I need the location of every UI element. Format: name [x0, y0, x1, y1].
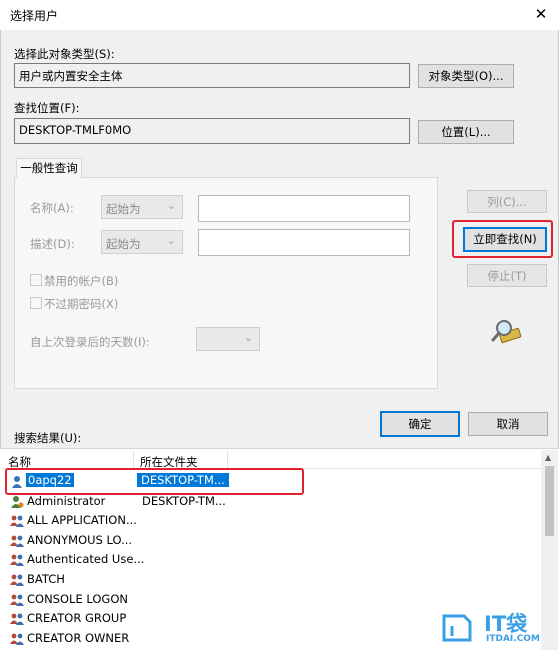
result-row[interactable]: ANONYMOUS LO... [2, 531, 542, 551]
result-highlight [5, 468, 304, 495]
group-icon [10, 514, 24, 528]
days-since-logon-label: 自上次登录后的天数(I): [30, 335, 150, 349]
scroll-up-icon[interactable]: ▲ [545, 453, 551, 462]
result-row[interactable]: Authenticated Use... [2, 550, 542, 570]
description-combo-value: 起始为 [106, 237, 141, 251]
result-name: CONSOLE LOGON [27, 591, 128, 606]
search-results-label: 搜索结果(U): [14, 431, 82, 445]
column-divider [227, 451, 228, 469]
name-input[interactable] [198, 195, 410, 222]
window-title: 选择用户 [10, 9, 59, 23]
brand-logo-icon [442, 614, 472, 642]
chevron-down-icon: ⌄ [166, 199, 176, 212]
close-icon[interactable]: ✕ [528, 2, 554, 26]
group-icon [10, 632, 24, 646]
object-type-field: 用户或内置安全主体 [14, 63, 410, 88]
location-field: DESKTOP-TMLF0MO [14, 118, 410, 144]
object-type-label: 选择此对象类型(S): [14, 47, 115, 61]
result-name: CREATOR GROUP [27, 611, 127, 626]
tab-common-queries[interactable]: 一般性查询 [16, 158, 82, 178]
group-icon [10, 553, 24, 567]
description-label: 描述(D): [30, 237, 75, 251]
result-row[interactable]: CONSOLE LOGON [2, 590, 542, 610]
column-divider [133, 451, 134, 469]
disabled-accounts-checkbox[interactable] [30, 274, 42, 286]
result-name: ALL APPLICATION... [27, 513, 137, 528]
disabled-accounts-label: 禁用的帐户(B) [44, 274, 119, 288]
brand-watermark: IT袋 ITDAI.COM [440, 608, 552, 646]
location-label: 查找位置(F): [14, 101, 80, 115]
result-name: Authenticated Use... [27, 552, 145, 567]
ok-button[interactable]: 确定 [380, 411, 460, 437]
description-condition-combo[interactable]: 起始为 ⌄ [101, 230, 183, 254]
group-icon [10, 534, 24, 548]
admin-user-icon [10, 495, 24, 509]
group-icon [10, 573, 24, 587]
name-condition-combo[interactable]: 起始为 ⌄ [101, 195, 183, 219]
days-since-logon-combo[interactable]: ⌄ [196, 327, 260, 351]
result-row[interactable]: BATCH [2, 570, 542, 590]
result-name: CREATOR OWNER [27, 630, 130, 645]
brand-url: ITDAI.COM [486, 634, 540, 644]
results-header [2, 450, 542, 469]
object-types-button[interactable]: 对象类型(O)... [418, 64, 514, 88]
result-name: BATCH [27, 572, 65, 586]
result-row[interactable]: ALL APPLICATION... [2, 511, 542, 531]
name-label: 名称(A): [30, 201, 74, 215]
description-input[interactable] [198, 229, 410, 256]
non-expiring-password-label: 不过期密码(X) [44, 297, 119, 311]
group-icon [10, 612, 24, 626]
find-now-button[interactable]: 立即查找(N) [463, 227, 547, 252]
group-icon [10, 593, 24, 607]
search-icon [491, 318, 523, 344]
non-expiring-password-checkbox[interactable] [30, 297, 42, 309]
result-name: Administrator [27, 493, 106, 508]
title-bar [0, 0, 559, 30]
name-combo-value: 起始为 [106, 202, 141, 216]
stop-button[interactable]: 停止(T) [467, 264, 547, 287]
columns-button[interactable]: 列(C)... [467, 190, 547, 213]
result-folder: DESKTOP-TM... [142, 493, 226, 508]
result-name: ANONYMOUS LO... [27, 532, 133, 547]
chevron-down-icon: ⌄ [166, 234, 176, 247]
cancel-button[interactable]: 取消 [468, 412, 548, 436]
chevron-down-icon: ⌄ [243, 331, 253, 344]
scrollbar-thumb[interactable] [545, 466, 554, 536]
locations-button[interactable]: 位置(L)... [418, 120, 514, 144]
